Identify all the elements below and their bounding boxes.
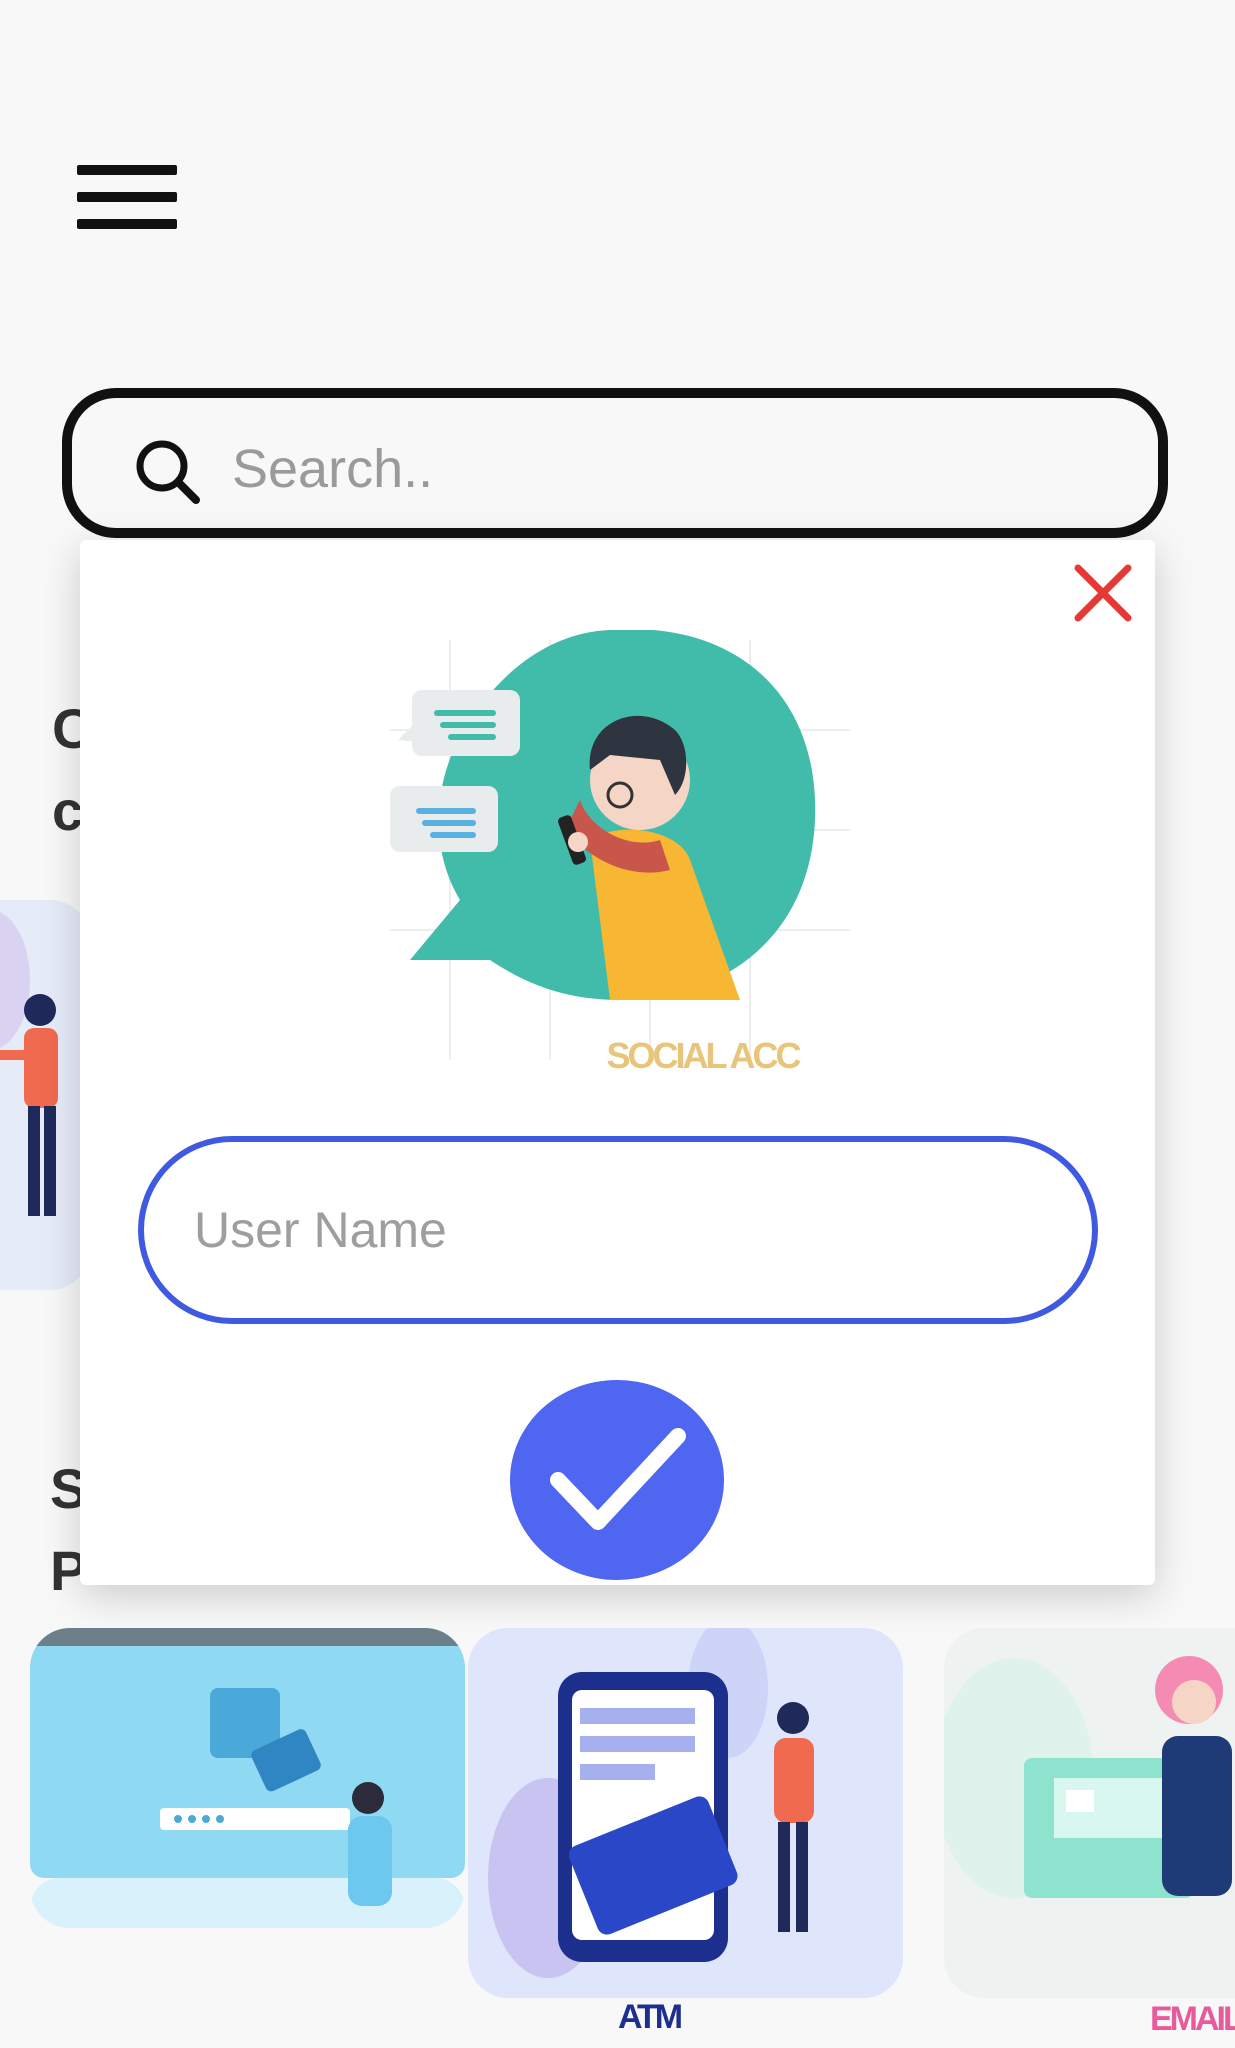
person-illustration xyxy=(0,912,58,1216)
email-illustration xyxy=(944,1656,1232,1898)
search-icon xyxy=(136,440,200,504)
confirm-button[interactable] xyxy=(510,1380,724,1580)
social-account-illustration xyxy=(390,630,850,1060)
section-heading: c xyxy=(52,779,84,842)
category-tile[interactable] xyxy=(30,1628,465,1928)
atm-illustration xyxy=(488,1628,814,1978)
category-tile[interactable] xyxy=(944,1628,1235,1998)
checkmark-icon xyxy=(550,1428,686,1530)
tile-label-atm: ATM xyxy=(618,1998,683,2036)
tile-label-email: EMAIL xyxy=(1150,2000,1235,2038)
menu-line xyxy=(77,165,177,175)
hamburger-menu-icon[interactable] xyxy=(72,160,182,240)
illustration-caption: SOCIAL ACC xyxy=(606,1035,801,1076)
menu-line xyxy=(77,219,177,229)
password-illustration xyxy=(30,1628,465,1928)
close-icon[interactable] xyxy=(1068,558,1138,628)
app-screen: Search.. C c S P ATM EMAIL SOCIAL ACC Us… xyxy=(0,0,1235,2048)
menu-line xyxy=(77,192,177,202)
category-tile[interactable] xyxy=(0,900,90,1290)
category-tile[interactable] xyxy=(468,1628,903,1998)
username-field[interactable] xyxy=(138,1136,1098,1324)
search-input[interactable]: Search.. xyxy=(232,438,433,500)
username-modal: SOCIAL ACC xyxy=(80,540,1155,1585)
search-bar[interactable]: Search.. xyxy=(62,388,1168,538)
